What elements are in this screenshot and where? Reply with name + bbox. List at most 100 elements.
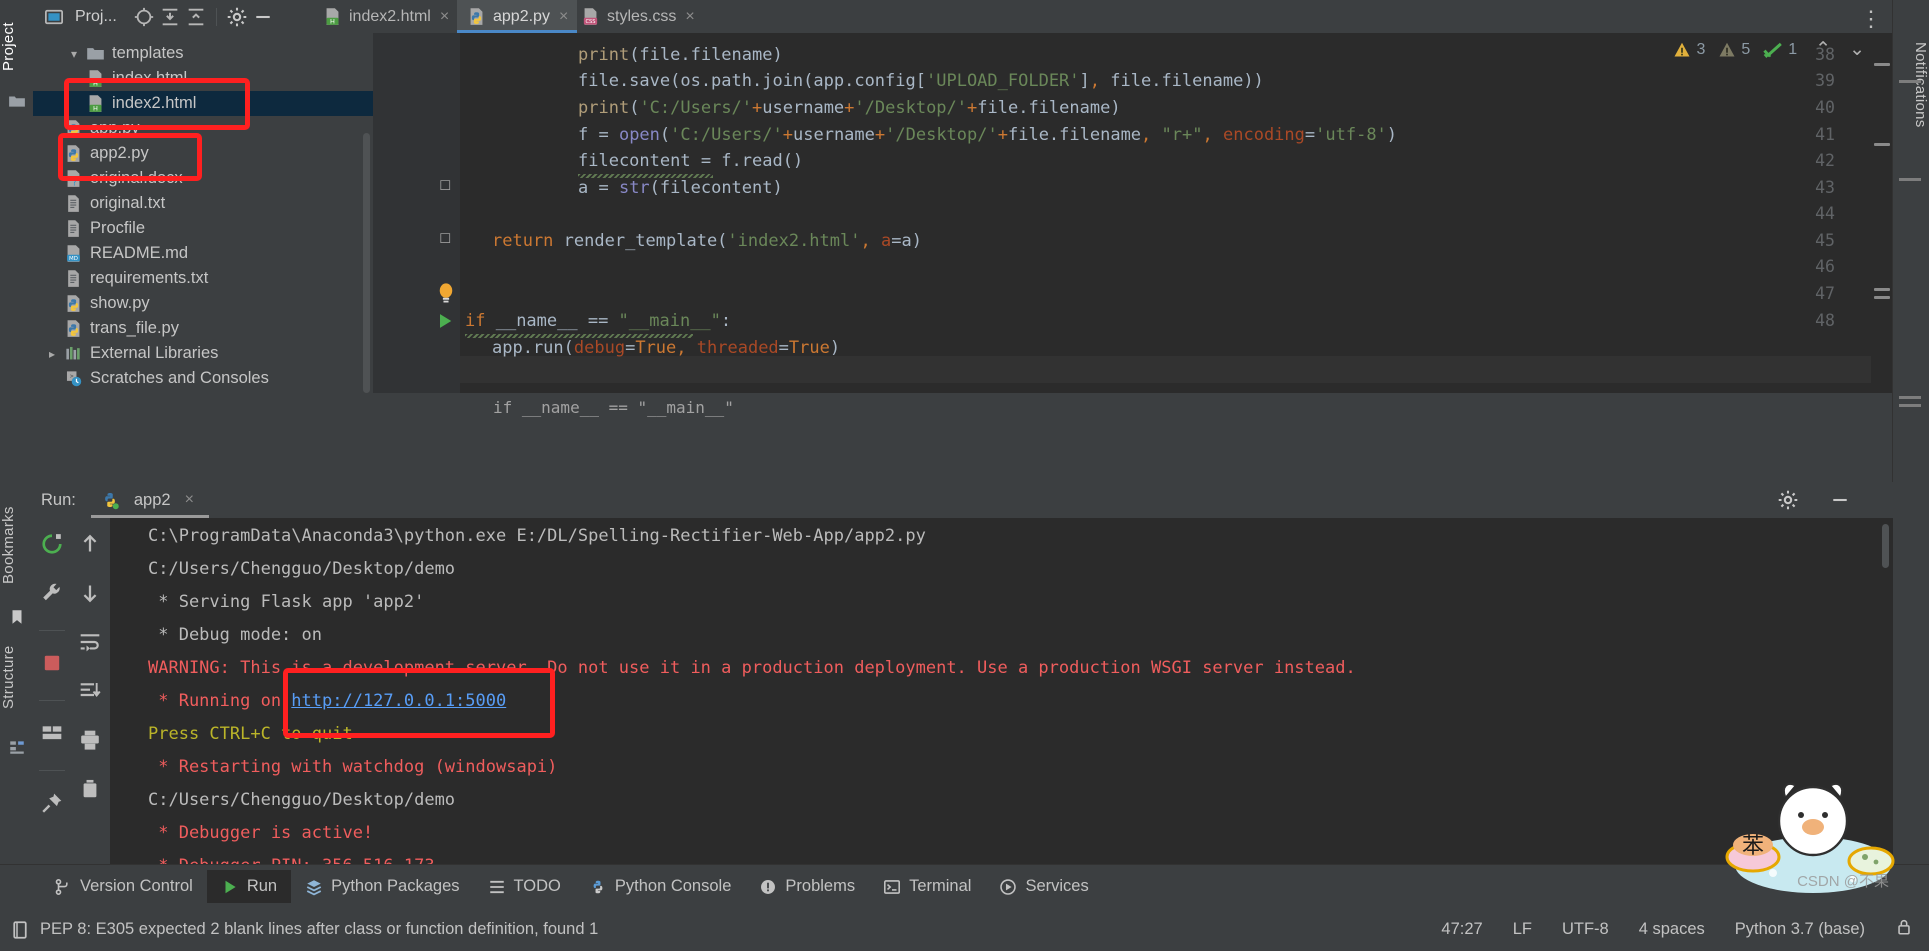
tree-item-original-docx[interactable]: ? original.docx [33,166,373,191]
tab-app2-py[interactable]: app2.py × [457,0,578,33]
tool-button-version-control[interactable]: Version Control [40,870,207,903]
run-toolbar-primary[interactable] [33,518,70,908]
project-tree[interactable]: ▾ templates H index.html H index2.html a… [33,33,373,482]
sidebar-tab-notifications[interactable]: Notifications [1893,10,1929,160]
expand-all-icon[interactable] [157,4,183,30]
stripe-mark [1899,80,1921,83]
project-tree-scrollbar[interactable] [363,133,370,393]
run-config-tab-app2[interactable]: app2 × [92,487,202,513]
down-icon[interactable] [78,581,102,610]
console-line: C:/Users/Chengguo/Desktop/demo [148,790,456,810]
console-scrollbar[interactable] [1882,524,1889,568]
intention-bulb-icon[interactable] [435,281,457,309]
tool-button-todo[interactable]: TODO [474,870,575,903]
stripe-mark [1874,288,1890,291]
wrench-icon[interactable] [40,581,64,610]
chevron-down-icon[interactable]: ▾ [63,47,85,61]
tree-item-app-py[interactable]: app.py [33,116,373,141]
svg-text:H: H [330,18,335,26]
tree-item-scratches-and-consoles[interactable]: > Scratches and Consoles [33,366,373,391]
tree-item-show-py[interactable]: show.py [33,291,373,316]
run-settings-gear-icon[interactable] [1775,487,1801,513]
editor-code-area[interactable]: print(file.filename) file.save(os.path.j… [460,33,1893,393]
tree-item-original-txt[interactable]: original.txt [33,191,373,216]
tree-item-index-html[interactable]: H index.html [33,66,373,91]
gear-icon[interactable] [224,4,250,30]
soft-wrap-icon[interactable] [78,630,102,659]
sidebar-tab-structure[interactable]: Structure [0,630,33,725]
sidebar-tab-bookmarks[interactable]: Bookmarks [0,495,33,595]
tool-button-services[interactable]: Services [985,870,1102,903]
chevron-right-icon[interactable]: ▸ [41,347,63,361]
tree-item-label: original.docx [90,169,183,188]
fold-marker-icon[interactable]: ◻ [439,175,451,193]
run-toolbar-secondary[interactable] [70,518,111,908]
stop-icon[interactable] [40,651,64,680]
rerun-icon[interactable] [40,532,64,561]
editor-error-stripe[interactable] [1871,33,1893,393]
library-icon [63,344,83,364]
tool-button-run[interactable]: Run [206,870,292,903]
up-icon[interactable] [78,532,102,561]
tool-button-terminal[interactable]: Terminal [869,870,985,903]
tree-item-label: External Libraries [90,344,219,363]
trash-icon[interactable] [78,777,102,806]
python-icon [63,294,83,314]
fold-marker-icon[interactable]: ◻ [439,228,451,246]
watermark: CSDN @不果 [1797,873,1889,890]
locate-icon[interactable] [131,4,157,30]
run-console-output[interactable]: C:\ProgramData\Anaconda3\python.exe E:/D… [110,518,1893,908]
warning-count: 3 [1696,40,1706,58]
indent-setting[interactable]: 4 spaces [1639,920,1705,939]
inspection-widget[interactable]: 3 5 1 ⌃ ⌄ [1672,38,1865,61]
lock-icon[interactable] [1895,918,1913,941]
stripe-mark [1899,178,1921,181]
layout-icon[interactable] [40,721,64,750]
tab-close-icon[interactable]: × [685,8,694,26]
tab-close-icon[interactable]: × [559,8,568,26]
tree-item-label: index.html [112,69,188,88]
caret-position[interactable]: 47:27 [1441,920,1482,939]
run-minimize-icon[interactable] [1827,487,1853,513]
editor-gutter[interactable] [373,33,460,393]
python-interpreter[interactable]: Python 3.7 (base) [1735,920,1865,939]
chevron-up-icon[interactable]: ⌃ [1815,38,1831,61]
tree-item-external-libraries[interactable]: ▸ External Libraries [33,341,373,366]
tree-item-readme-md[interactable]: MD README.md [33,241,373,266]
tab-index2-html[interactable]: H index2.html × [313,0,458,33]
tree-item-templates[interactable]: ▾ templates [33,41,373,66]
breadcrumb[interactable]: if __name__ == "__main__" [373,393,1893,421]
tree-item-requirements-txt[interactable]: requirements.txt [33,266,373,291]
print-icon[interactable] [78,728,102,757]
inspection-icon[interactable] [10,920,30,940]
project-view-icon [41,4,67,30]
problems-icon [761,879,776,894]
tab-styles-css[interactable]: CSS styles.css × [571,0,704,33]
run-tab-close-icon[interactable]: × [185,491,194,509]
collapse-all-icon[interactable] [183,4,209,30]
tab-label: styles.css [607,7,677,25]
tool-button-problems[interactable]: Problems [745,870,869,903]
tree-item-app2-py[interactable]: app2.py [33,141,373,166]
file-encoding[interactable]: UTF-8 [1562,920,1609,939]
tool-button-python-packages[interactable]: Python Packages [291,870,473,903]
sidebar-tab-project[interactable]: Project [0,8,33,86]
left-tool-strip: Project Bookmarks Structure [0,0,34,908]
editor-options-icon[interactable]: ⋮ [1860,6,1883,32]
pin-icon[interactable] [40,791,64,820]
tree-item-index2-html[interactable]: H index2.html [33,91,373,117]
scroll-to-end-icon[interactable] [78,679,102,708]
tab-close-icon[interactable]: × [440,8,449,26]
text-icon [63,219,83,239]
chevron-down-icon[interactable]: ⌄ [1849,38,1865,61]
tree-item-trans-file-py[interactable]: trans_file.py [33,316,373,341]
code-editor[interactable]: 38 39 40 41 42 43 44 45 46 47 48 ◻ ◻ pri… [373,33,1893,393]
minimize-icon[interactable] [250,4,276,30]
status-indicators: 47:27 LF UTF-8 4 spaces Python 3.7 (base… [1441,918,1913,941]
server-url-link[interactable]: http://127.0.0.1:5000 [291,691,506,711]
inspections-ok-icon [1763,42,1783,58]
run-gutter-icon[interactable] [435,311,455,335]
line-separator[interactable]: LF [1513,920,1532,939]
tool-button-python-console[interactable]: Python Console [575,870,746,903]
tree-item-procfile[interactable]: Procfile [33,216,373,241]
